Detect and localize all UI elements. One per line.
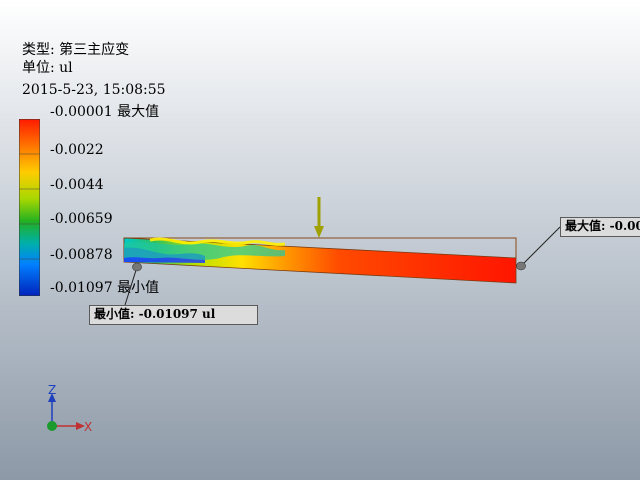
x-axis-label: X	[84, 420, 93, 434]
z-axis-label: Z	[48, 383, 57, 397]
axis-triad	[47, 393, 85, 431]
origin-icon	[47, 421, 57, 431]
min-value-callout[interactable]: 最小值: -0.01097 ul	[89, 305, 258, 325]
min-leader-line	[124, 266, 138, 306]
min-probe-marker[interactable]	[132, 262, 142, 272]
max-probe-marker[interactable]	[516, 261, 526, 271]
min-value-text: 最小值: -0.01097 ul	[94, 307, 216, 321]
max-value-callout[interactable]: 最大值: -0.00001 ul	[560, 217, 640, 237]
max-leader-line	[520, 226, 561, 267]
max-value-text: 最大值: -0.00001 ul	[565, 219, 640, 233]
load-arrow-head	[314, 226, 324, 238]
